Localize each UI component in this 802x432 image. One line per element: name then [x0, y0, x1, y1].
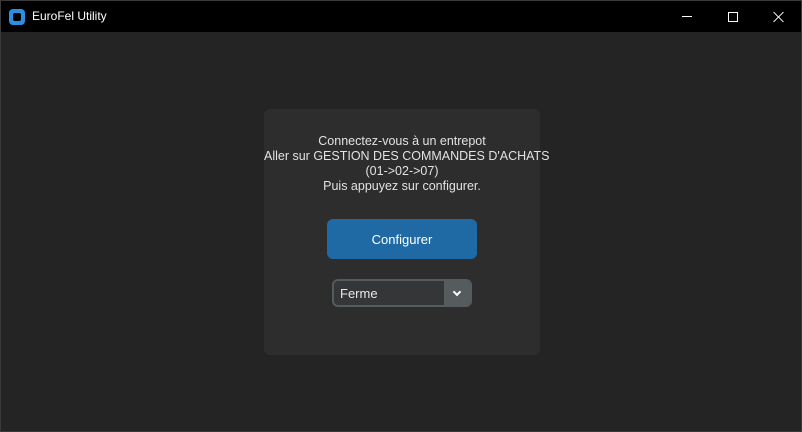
- app-window: EuroFel Utility Connectez-vous à un entr…: [0, 0, 802, 432]
- dropdown-selected-value: Ferme: [340, 286, 378, 301]
- instruction-line: Connectez-vous à un entrepot: [318, 134, 486, 148]
- window-title: EuroFel Utility: [32, 9, 107, 23]
- chevron-down-icon: [452, 287, 462, 296]
- instruction-line: Aller sur GESTION DES COMMANDES D'ACHATS: [264, 149, 550, 163]
- minimize-button[interactable]: [664, 1, 710, 32]
- mode-dropdown[interactable]: Ferme: [332, 279, 472, 307]
- configuration-panel: Connectez-vous à un entrepot Aller sur G…: [264, 109, 550, 355]
- maximize-button[interactable]: [710, 1, 756, 32]
- title-bar[interactable]: EuroFel Utility: [1, 1, 801, 32]
- close-icon: [773, 11, 785, 23]
- close-button[interactable]: [756, 1, 802, 32]
- dropdown-toggle[interactable]: [444, 281, 470, 305]
- configure-button[interactable]: Configurer: [327, 219, 477, 259]
- configure-button-label: Configurer: [371, 231, 433, 247]
- maximize-icon: [728, 11, 738, 22]
- app-logo-icon: [9, 9, 25, 25]
- minimize-icon: [682, 16, 692, 17]
- instruction-line: (01->02->07): [365, 164, 439, 178]
- instructions-text: Connectez-vous à un entrepot Aller sur G…: [264, 134, 550, 194]
- instruction-line: Puis appuyez sur configurer.: [323, 179, 481, 193]
